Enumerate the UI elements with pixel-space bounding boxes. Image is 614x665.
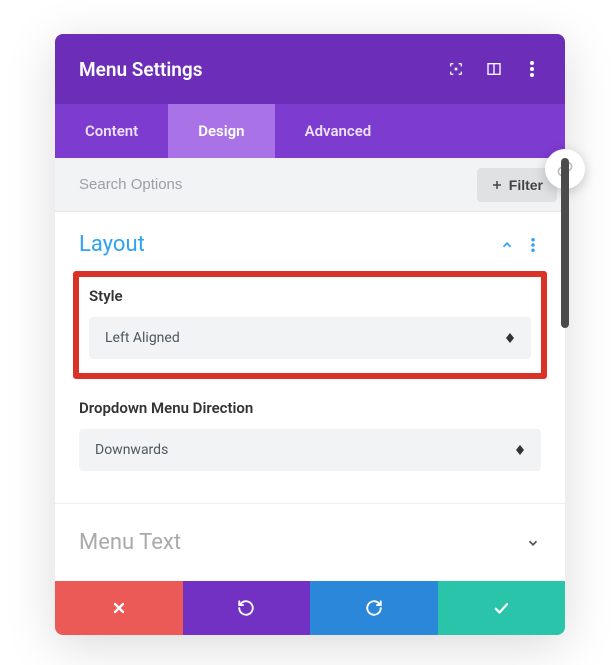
section-layout-header[interactable]: Layout xyxy=(79,232,541,257)
panel-body: Layout Style Left Aligned xyxy=(55,212,565,581)
select-direction-value: Downwards xyxy=(95,442,168,458)
field-style-label: Style xyxy=(89,287,531,305)
panel-footer xyxy=(55,581,565,635)
filter-label: Filter xyxy=(509,177,543,193)
section-layout: Layout Style Left Aligned xyxy=(55,212,565,504)
close-icon xyxy=(111,600,127,616)
section-menu-text-title: Menu Text xyxy=(79,530,181,555)
settings-panel: Menu Settings Content Design xyxy=(55,34,565,635)
cancel-button[interactable] xyxy=(55,581,183,635)
expand-icon[interactable] xyxy=(525,535,541,551)
redo-icon xyxy=(365,599,383,617)
tab-content[interactable]: Content xyxy=(55,104,168,158)
field-style: Style Left Aligned xyxy=(89,287,531,359)
panel-header: Menu Settings xyxy=(55,34,565,104)
select-style[interactable]: Left Aligned xyxy=(89,317,531,359)
section-more-icon[interactable] xyxy=(525,237,541,253)
field-direction: Dropdown Menu Direction Downwards xyxy=(79,399,541,471)
collapse-icon[interactable] xyxy=(499,237,515,253)
field-direction-label: Dropdown Menu Direction xyxy=(79,399,541,417)
header-actions xyxy=(447,60,541,78)
panel-title: Menu Settings xyxy=(79,58,447,81)
select-style-value: Left Aligned xyxy=(105,330,180,346)
section-layout-title: Layout xyxy=(79,232,145,257)
redo-button[interactable] xyxy=(310,581,438,635)
plus-icon xyxy=(491,179,503,191)
focus-icon[interactable] xyxy=(447,60,465,78)
section-layout-controls xyxy=(499,237,541,253)
search-input[interactable] xyxy=(79,176,477,193)
section-menu-text[interactable]: Menu Text xyxy=(55,504,565,581)
sort-icon xyxy=(515,443,525,457)
more-icon[interactable] xyxy=(523,60,541,78)
columns-icon[interactable] xyxy=(485,60,503,78)
undo-button[interactable] xyxy=(183,581,311,635)
tab-advanced[interactable]: Advanced xyxy=(275,104,402,158)
search-row: Filter xyxy=(55,158,565,212)
tab-design[interactable]: Design xyxy=(168,104,274,158)
undo-icon xyxy=(237,599,255,617)
section-menu-text-controls xyxy=(525,535,541,551)
save-button[interactable] xyxy=(438,581,566,635)
select-direction[interactable]: Downwards xyxy=(79,429,541,471)
sort-icon xyxy=(505,331,515,345)
highlight-style: Style Left Aligned xyxy=(73,271,547,379)
tab-bar: Content Design Advanced xyxy=(55,104,565,158)
check-icon xyxy=(492,599,510,617)
scrollbar-thumb[interactable] xyxy=(561,158,569,328)
